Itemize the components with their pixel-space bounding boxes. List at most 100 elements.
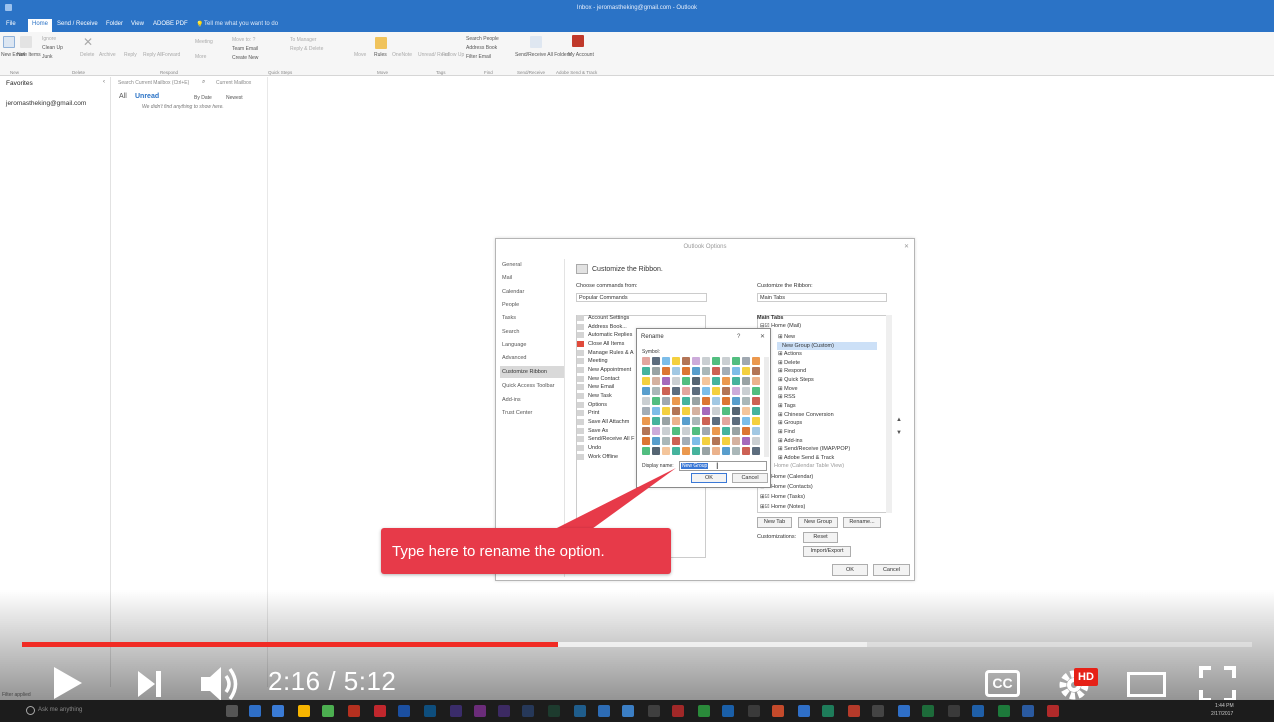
tab-folder[interactable]: Folder	[106, 21, 123, 27]
options-nav-people[interactable]: People	[502, 302, 519, 308]
symbol-cell[interactable]	[712, 447, 720, 455]
symbol-cell[interactable]	[702, 417, 710, 425]
tree-item-move[interactable]: ⊞ Move	[778, 386, 798, 392]
symbol-cell[interactable]	[732, 377, 740, 385]
options-nav-advanced[interactable]: Advanced	[502, 355, 526, 361]
symbol-cell[interactable]	[682, 407, 690, 415]
import-export-dropdown[interactable]: Import/Export	[803, 546, 851, 557]
symbol-cell[interactable]	[712, 407, 720, 415]
symbol-cell[interactable]	[732, 427, 740, 435]
symbol-cell[interactable]	[672, 387, 680, 395]
symbol-cell[interactable]	[702, 407, 710, 415]
symbol-cell[interactable]	[732, 417, 740, 425]
command-item[interactable]: Save All Attachm	[588, 419, 629, 425]
symbol-cell[interactable]	[742, 447, 750, 455]
archive-button[interactable]: Archive	[99, 52, 116, 58]
taskbar-app-icon[interactable]	[598, 705, 610, 717]
rules-button[interactable]: Rules	[374, 52, 387, 58]
symbol-cell[interactable]	[672, 377, 680, 385]
command-item[interactable]: Options	[588, 402, 607, 408]
options-cancel-button[interactable]: Cancel	[873, 564, 910, 576]
command-item[interactable]: New Email	[588, 384, 614, 390]
next-icon[interactable]	[137, 669, 163, 699]
taskbar-app-icon[interactable]	[322, 705, 334, 717]
symbol-cell[interactable]	[692, 437, 700, 445]
tree-item-adobe[interactable]: ⊞ Adobe Send & Track	[778, 455, 834, 461]
symbol-cell[interactable]	[702, 357, 710, 365]
options-nav-language[interactable]: Language	[502, 342, 526, 348]
tree-item-home-notes[interactable]: ⊞☑ Home (Notes)	[760, 504, 805, 510]
tab-file[interactable]: File	[6, 21, 16, 27]
command-item[interactable]: Send/Receive All F	[588, 436, 634, 442]
favorites-header[interactable]: Favorites	[6, 80, 33, 87]
symbol-cell[interactable]	[752, 377, 760, 385]
symbol-cell[interactable]	[752, 437, 760, 445]
symbol-cell[interactable]	[712, 377, 720, 385]
options-nav-customize-ribbon[interactable]: Customize Ribbon	[502, 369, 547, 375]
taskbar-app-icon[interactable]	[450, 705, 462, 717]
symbol-cell[interactable]	[642, 407, 650, 415]
symbol-cell[interactable]	[692, 367, 700, 375]
symbol-cell[interactable]	[672, 427, 680, 435]
taskbar-search-box[interactable]: Ask me anything	[24, 705, 194, 717]
symbol-cell[interactable]	[752, 357, 760, 365]
taskbar-app-icon[interactable]	[424, 705, 436, 717]
sort-order-toggle[interactable]: Newest	[226, 95, 243, 101]
taskbar-app-icon[interactable]	[822, 705, 834, 717]
taskbar-app-icon[interactable]	[1047, 705, 1059, 717]
symbol-cell[interactable]	[672, 417, 680, 425]
captions-button[interactable]: CC	[985, 670, 1020, 697]
command-item[interactable]: Print	[588, 410, 599, 416]
taskbar-app-icon[interactable]	[998, 705, 1010, 717]
tree-item-quick-steps[interactable]: ⊞ Quick Steps	[778, 377, 814, 383]
symbol-cell[interactable]	[672, 397, 680, 405]
symbol-cell[interactable]	[672, 437, 680, 445]
tree-scrollbar[interactable]	[886, 315, 892, 513]
symbol-grid[interactable]	[641, 356, 763, 456]
command-item[interactable]: Close All Items	[588, 341, 624, 347]
symbol-cell[interactable]	[642, 447, 650, 455]
symbol-cell[interactable]	[722, 387, 730, 395]
quickstep-team-email[interactable]: Team Email	[232, 46, 258, 52]
taskbar-app-icon[interactable]	[522, 705, 534, 717]
tab-send-receive[interactable]: Send / Receive	[57, 21, 98, 27]
command-item[interactable]: Automatic Replies	[588, 332, 632, 338]
symbol-scrollbar[interactable]	[764, 357, 769, 457]
taskbar-app-icon[interactable]	[474, 705, 486, 717]
help-icon[interactable]: ?	[737, 334, 740, 340]
symbol-cell[interactable]	[692, 397, 700, 405]
symbol-cell[interactable]	[712, 417, 720, 425]
symbol-cell[interactable]	[702, 377, 710, 385]
options-nav-quick-access[interactable]: Quick Access Toolbar	[502, 383, 554, 389]
symbol-cell[interactable]	[732, 447, 740, 455]
tree-item-actions[interactable]: ⊞ Actions	[778, 351, 802, 357]
taskbar-app-icon[interactable]	[498, 705, 510, 717]
symbol-cell[interactable]	[652, 357, 660, 365]
new-tab-button[interactable]: New Tab	[757, 517, 792, 528]
symbol-cell[interactable]	[692, 357, 700, 365]
taskbar-app-icon[interactable]	[698, 705, 710, 717]
taskbar-app-icon[interactable]	[348, 705, 360, 717]
symbol-cell[interactable]	[642, 397, 650, 405]
move-up-icon[interactable]: ▲	[896, 417, 902, 423]
customize-ribbon-dropdown[interactable]: Main Tabs	[757, 293, 887, 302]
symbol-cell[interactable]	[712, 357, 720, 365]
symbol-cell[interactable]	[732, 367, 740, 375]
symbol-cell[interactable]	[732, 357, 740, 365]
symbol-cell[interactable]	[682, 377, 690, 385]
symbol-cell[interactable]	[712, 387, 720, 395]
move-button[interactable]: Move	[354, 52, 366, 58]
command-item[interactable]: Manage Rules & A	[588, 350, 634, 356]
symbol-cell[interactable]	[652, 417, 660, 425]
options-nav-trust-center[interactable]: Trust Center	[502, 410, 532, 416]
symbol-cell[interactable]	[682, 357, 690, 365]
command-item[interactable]: Address Book...	[588, 324, 627, 330]
symbol-cell[interactable]	[652, 367, 660, 375]
tree-item-rss[interactable]: ⊞ RSS	[778, 394, 795, 400]
symbol-cell[interactable]	[702, 427, 710, 435]
symbol-cell[interactable]	[672, 357, 680, 365]
taskbar-app-icon[interactable]	[672, 705, 684, 717]
symbol-cell[interactable]	[652, 397, 660, 405]
symbol-cell[interactable]	[722, 357, 730, 365]
command-item[interactable]: Undo	[588, 445, 601, 451]
